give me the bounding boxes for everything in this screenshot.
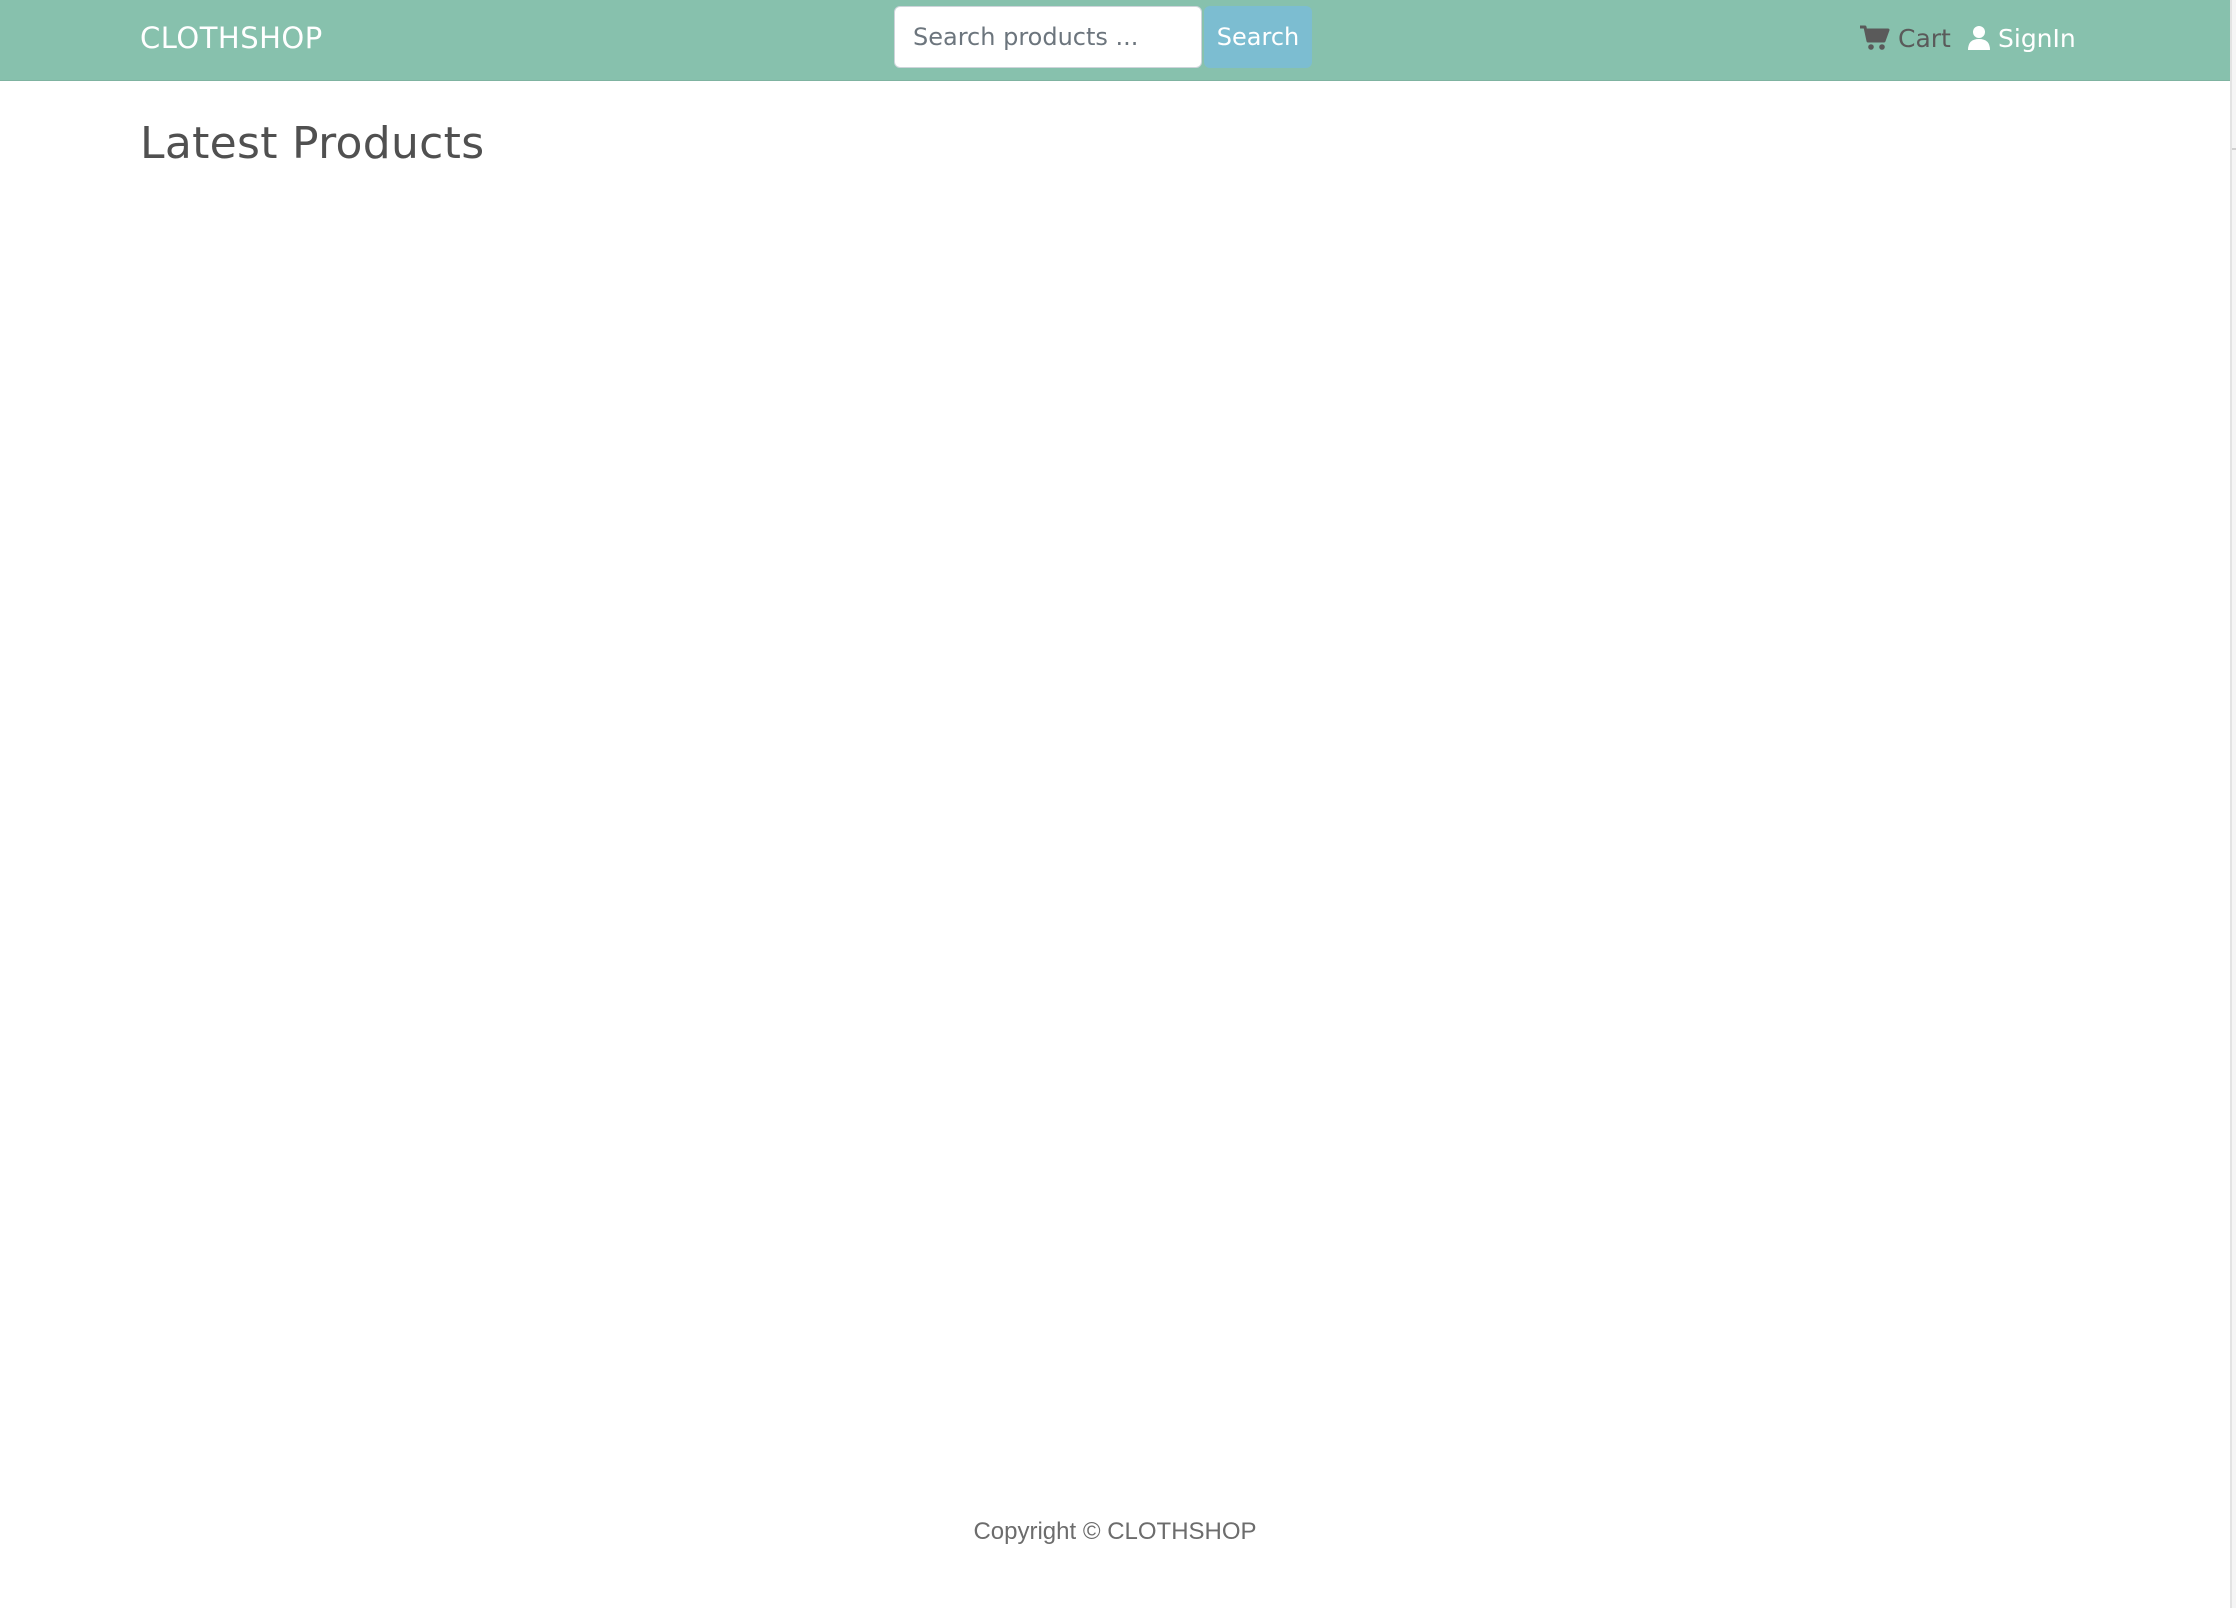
page: CLOTHSHOP Search Cart [0, 0, 2236, 1608]
scrollbar[interactable] [2230, 0, 2236, 1608]
page-title: Latest Products [140, 118, 485, 169]
navbar: CLOTHSHOP Search Cart [0, 0, 2230, 81]
cart-label: Cart [1898, 23, 1951, 53]
nav-signin: SignIn [1968, 18, 2076, 58]
cart-icon [1860, 25, 1890, 51]
user-icon [1968, 25, 1990, 51]
search-button[interactable]: Search [1204, 6, 1312, 68]
search-form: Search [894, 6, 1312, 68]
search-input[interactable] [894, 6, 1202, 68]
copyright-text: Copyright © CLOTHSHOP [973, 1518, 1257, 1545]
scrollbar-divider [2232, 148, 2236, 150]
brand-logo-link[interactable]: CLOTHSHOP [140, 18, 323, 58]
nav-cart: Cart [1860, 18, 1951, 58]
footer: Copyright © CLOTHSHOP [0, 1518, 2230, 1546]
signin-label: SignIn [1998, 23, 2076, 53]
signin-link[interactable]: SignIn [1968, 24, 2076, 53]
cart-link[interactable]: Cart [1860, 24, 1951, 53]
